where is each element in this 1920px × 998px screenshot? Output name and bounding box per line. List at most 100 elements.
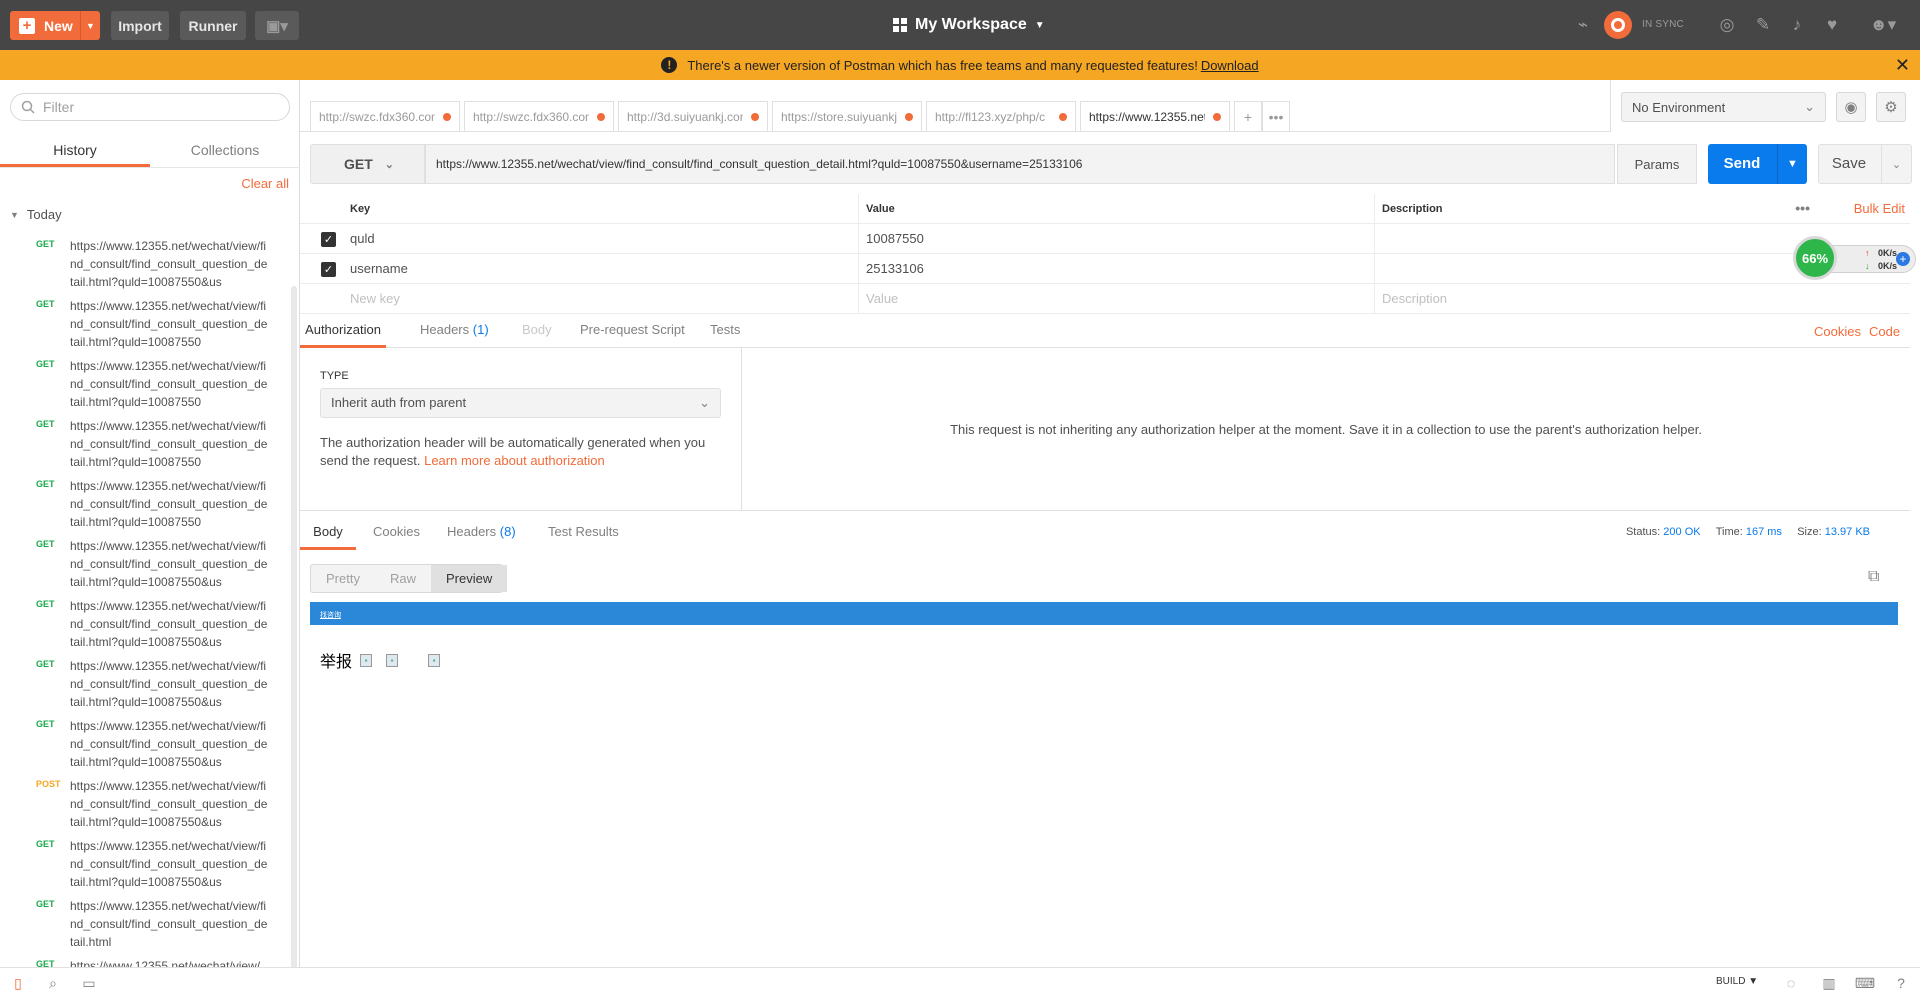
history-item[interactable]: GET https://www.12355.net/wechat/view/ <box>0 954 292 967</box>
history-item[interactable]: GET https://www.12355.net/wechat/view/fin… <box>0 294 292 354</box>
unsaved-indicator-icon[interactable] <box>905 113 913 121</box>
preview-link[interactable]: 找咨询 <box>320 610 341 620</box>
new-button[interactable]: + New ▼ <box>10 11 100 40</box>
save-button[interactable]: Save ⌄ <box>1818 144 1912 184</box>
request-tab[interactable]: http://3d.suiyuankj.com <box>618 101 768 131</box>
save-dropdown-caret[interactable]: ⌄ <box>1881 145 1911 183</box>
send-dropdown-caret[interactable]: ▼ <box>1777 144 1807 184</box>
environment-quick-look-button[interactable]: ◉ <box>1836 92 1866 122</box>
plus-icon[interactable]: + <box>1896 252 1910 266</box>
url-input[interactable] <box>425 144 1615 184</box>
network-monitor-widget[interactable]: 66% ↑ 0K/s ↓ 0K/s + <box>1793 236 1918 280</box>
unsaved-indicator-icon[interactable] <box>1059 113 1067 121</box>
tab-prerequest-script[interactable]: Pre-request Script <box>580 315 685 348</box>
two-pane-view-icon[interactable]: ▥ <box>1820 974 1838 992</box>
param-key[interactable]: username <box>350 254 408 284</box>
tab-history[interactable]: History <box>0 132 150 167</box>
new-key-input[interactable]: New key <box>350 284 400 314</box>
history-item[interactable]: GET https://www.12355.net/wechat/view/fin… <box>0 234 292 294</box>
preview-report-text[interactable]: 举报 <box>320 648 352 672</box>
tab-tests[interactable]: Tests <box>710 315 740 348</box>
tab-collections[interactable]: Collections <box>150 132 300 167</box>
tab-test-results[interactable]: Test Results <box>548 517 619 550</box>
runner-button[interactable]: Runner <box>180 11 246 40</box>
send-button[interactable]: Send ▼ <box>1708 144 1807 184</box>
tab-response-cookies[interactable]: Cookies <box>373 517 420 550</box>
history-item[interactable]: GET https://www.12355.net/wechat/view/fin… <box>0 534 292 594</box>
bell-icon[interactable]: ♪ <box>1786 14 1808 36</box>
tab-response-headers[interactable]: Headers (8) <box>447 517 516 550</box>
view-raw[interactable]: Raw <box>375 565 431 592</box>
add-tab-button[interactable]: + <box>1234 101 1262 131</box>
history-item[interactable]: GET https://www.12355.net/wechat/view/fin… <box>0 474 292 534</box>
satellite-icon[interactable]: ⌁ <box>1572 14 1594 36</box>
tab-authorization[interactable]: Authorization <box>300 315 386 348</box>
more-options-icon[interactable]: ••• <box>1795 194 1810 222</box>
unsaved-indicator-icon[interactable] <box>1213 113 1221 121</box>
status-value[interactable]: 200 OK <box>1663 526 1700 538</box>
import-button[interactable]: Import <box>111 11 169 40</box>
history-item[interactable]: POST https://www.12355.net/wechat/view/fi… <box>0 774 292 834</box>
new-dropdown-caret[interactable]: ▼ <box>80 11 100 40</box>
params-button[interactable]: Params <box>1617 144 1697 184</box>
sync-status-icon[interactable] <box>1604 11 1632 39</box>
history-item[interactable]: GET https://www.12355.net/wechat/view/fin… <box>0 714 292 774</box>
history-group-today[interactable]: ▼ Today <box>10 207 62 222</box>
toggle-sidebar-icon[interactable]: ▯ <box>9 974 27 992</box>
tab-body[interactable]: Body <box>522 315 552 348</box>
history-item[interactable]: GET https://www.12355.net/wechat/view/fin… <box>0 654 292 714</box>
copy-icon[interactable]: ⧉ <box>1868 568 1886 586</box>
help-icon[interactable]: ? <box>1892 974 1910 992</box>
build-mode[interactable]: BUILD ▼ <box>1716 976 1758 987</box>
more-tabs-button[interactable]: ••• <box>1262 101 1290 131</box>
download-link[interactable]: Download <box>1201 58 1259 73</box>
unsaved-indicator-icon[interactable] <box>751 113 759 121</box>
history-item[interactable]: GET https://www.12355.net/wechat/view/fin… <box>0 354 292 414</box>
tab-response-body[interactable]: Body <box>300 517 356 550</box>
unsaved-indicator-icon[interactable] <box>443 113 451 121</box>
clear-all-link[interactable]: Clear all <box>241 176 289 191</box>
view-pretty[interactable]: Pretty <box>311 565 375 592</box>
learn-more-auth-link[interactable]: Learn more about authorization <box>424 453 605 468</box>
close-icon[interactable]: ✕ <box>1895 55 1910 76</box>
keyboard-icon[interactable]: ⌨ <box>1855 974 1875 992</box>
param-value[interactable]: 10087550 <box>866 224 924 254</box>
param-checkbox[interactable]: ✓ <box>321 232 336 247</box>
view-preview[interactable]: Preview <box>430 565 508 592</box>
cookies-link[interactable]: Cookies <box>1814 315 1861 348</box>
environment-select[interactable]: No Environment ⌄ <box>1621 92 1826 122</box>
new-window-button[interactable]: ▣▾ <box>255 11 299 40</box>
manage-environments-button[interactable]: ⚙ <box>1876 92 1906 122</box>
request-tab[interactable]: https://www.12355.net <box>1080 101 1230 131</box>
unsaved-indicator-icon[interactable] <box>597 113 605 121</box>
request-tab[interactable]: http://fl123.xyz/php/c <box>926 101 1076 131</box>
new-description-input[interactable]: Description <box>1382 284 1447 314</box>
auth-type-select[interactable]: Inherit auth from parent ⌄ <box>320 388 721 418</box>
request-tab[interactable]: http://swzc.fdx360.com <box>310 101 460 131</box>
time-value[interactable]: 167 ms <box>1746 526 1782 538</box>
new-value-input[interactable]: Value <box>866 284 898 314</box>
param-key[interactable]: quld <box>350 224 375 254</box>
request-tab[interactable]: https://store.suiyuankj.com <box>772 101 922 131</box>
bulk-edit-link[interactable]: Bulk Edit <box>1854 194 1905 224</box>
param-value[interactable]: 25133106 <box>866 254 924 284</box>
interceptor-icon[interactable]: ◎ <box>1716 14 1738 36</box>
history-item[interactable]: GET https://www.12355.net/wechat/view/fin… <box>0 894 292 954</box>
search-icon[interactable]: ⌕ <box>44 974 62 992</box>
wrench-icon[interactable]: ✎ <box>1752 14 1774 36</box>
filter-input[interactable] <box>43 99 273 115</box>
method-select[interactable]: GET ⌄ <box>310 144 425 184</box>
workspace-switcher[interactable]: My Workspace ▼ <box>893 13 1045 37</box>
sidebar-scrollbar[interactable] <box>291 286 297 998</box>
param-checkbox[interactable]: ✓ <box>321 262 336 277</box>
history-item[interactable]: GET https://www.12355.net/wechat/view/fin… <box>0 414 292 474</box>
code-link[interactable]: Code <box>1869 315 1900 348</box>
console-icon[interactable]: ▭ <box>80 974 98 992</box>
request-tab[interactable]: http://swzc.fdx360.com <box>464 101 614 131</box>
history-item[interactable]: GET https://www.12355.net/wechat/view/fin… <box>0 834 292 894</box>
bootcamp-icon[interactable]: ◌ <box>1782 974 1800 992</box>
history-item[interactable]: GET https://www.12355.net/wechat/view/fin… <box>0 594 292 654</box>
pane-divider[interactable] <box>300 510 1910 511</box>
tab-headers[interactable]: Headers (1) <box>420 315 489 348</box>
account-icon[interactable]: ☻▾ <box>1868 14 1898 36</box>
